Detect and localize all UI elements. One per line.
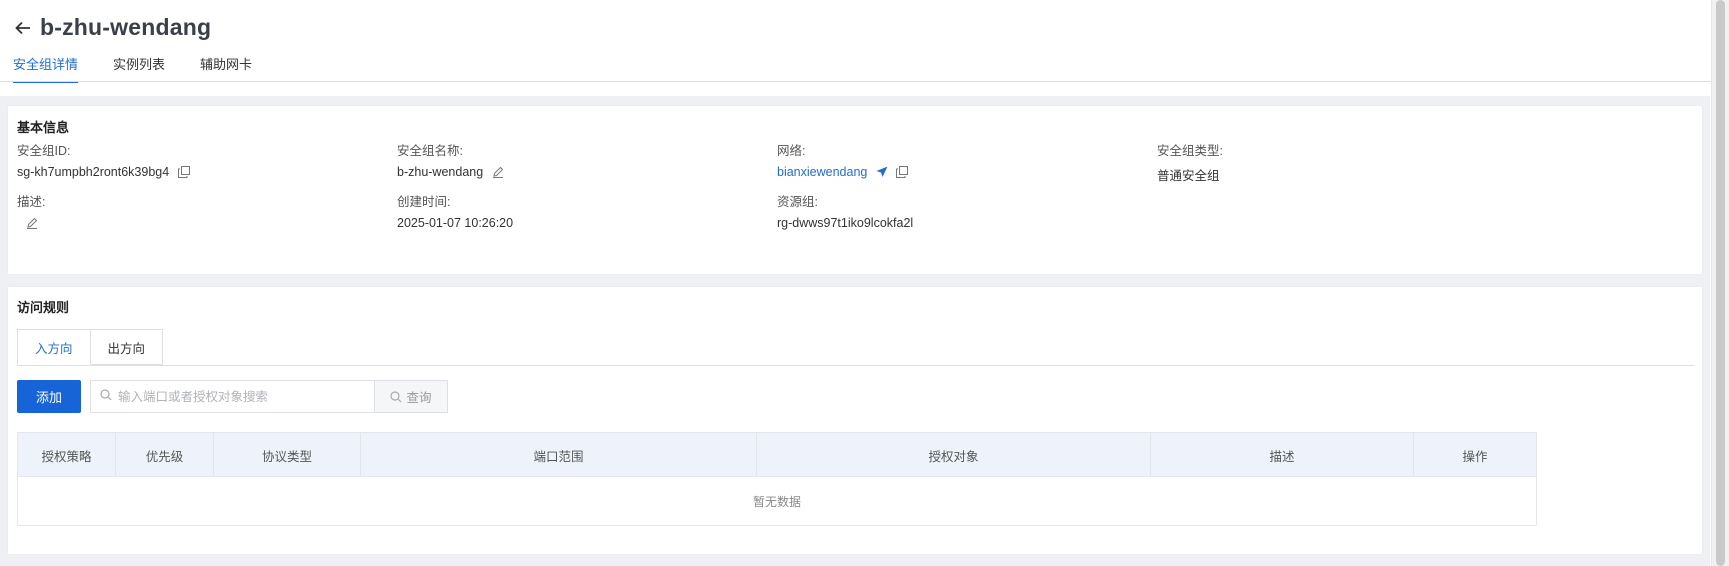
group-name-label: 安全组名称: [397,144,463,158]
tab-outbound[interactable]: 出方向 [90,329,164,365]
group-id-value: sg-kh7umpbh2ront6k39bg4 [17,165,170,179]
tab-secondary-nic[interactable]: 辅助网卡 [200,54,252,83]
scroll-thumb[interactable] [1716,0,1725,566]
group-type-label: 安全组类型: [1157,144,1223,158]
description-value-row [17,216,39,230]
query-label: 查询 [406,391,432,405]
rule-search-input[interactable] [118,389,358,404]
resource-group-label: 资源组: [777,195,818,209]
created-label: 创建时间: [397,195,451,209]
group-id-label: 安全组ID: [17,144,71,158]
empty-state-text: 暂无数据 [752,494,801,509]
copy-icon[interactable] [177,165,191,179]
access-rules-card: 访问规则 入方向 出方向 添加 查询 授权策略 优先级 协议类型 端口范围 授权… [8,287,1702,554]
add-rule-button[interactable]: 添加 [17,380,81,413]
edit-icon[interactable] [25,216,39,230]
page-header: b-zhu-wendang 安全组详情 实例列表 辅助网卡 [0,0,1729,100]
search-icon [390,390,402,403]
group-type-value: 普通安全组 [1157,169,1220,183]
tab-group-details[interactable]: 安全组详情 [13,54,79,83]
direction-tabs: 入方向 出方向 [17,329,164,365]
tabs-divider [0,81,1715,82]
basic-info-title: 基本信息 [17,120,70,135]
tab-instance-list[interactable]: 实例列表 [113,54,165,83]
column-header: 优先级 [116,433,214,477]
resource-group-value: rg-dwws97t1iko9lcokfa2l [777,216,914,230]
column-header: 描述 [1151,433,1414,477]
column-header: 操作 [1462,449,1488,464]
created-value: 2025-01-07 10:26:20 [397,216,514,230]
column-header: 授权策略 [18,433,116,477]
tab-inbound[interactable]: 入方向 [17,329,91,365]
group-name-value: b-zhu-wendang [397,165,484,179]
search-icon [100,389,112,404]
rule-search-box [90,380,375,413]
group-name-value-row: b-zhu-wendang [397,165,505,179]
basic-info-card: 基本信息 安全组ID: sg-kh7umpbh2ront6k39bg4 安全组名… [8,106,1702,274]
title-row: b-zhu-wendang [12,14,211,41]
arrow-left-icon[interactable] [12,17,34,39]
column-header: 端口范围 [361,433,757,477]
description-label: 描述: [17,195,46,209]
column-header: 协议类型 [214,433,361,477]
network-link[interactable]: bianxiewendang [777,165,867,179]
column-header: 授权对象 [757,433,1151,477]
edit-icon[interactable] [491,165,505,179]
query-button[interactable]: 查询 [374,380,448,413]
copy-icon[interactable] [895,165,909,179]
page-title: b-zhu-wendang [40,14,212,40]
network-label: 网络: [777,144,806,158]
direction-tabs-divider [17,365,1694,366]
detail-tabs: 安全组详情 实例列表 辅助网卡 [13,54,287,83]
group-id-value-row: sg-kh7umpbh2ront6k39bg4 [17,165,191,179]
table-header: 授权策略 优先级 协议类型 端口范围 授权对象 描述 操作 [18,433,1536,477]
send-icon[interactable] [875,165,889,179]
access-rules-title: 访问规则 [17,300,70,315]
network-value-row: bianxiewendang [777,165,909,179]
vertical-scrollbar[interactable] [1711,0,1729,566]
rules-table: 授权策略 优先级 协议类型 端口范围 授权对象 描述 操作 暂无数据 [17,432,1537,526]
